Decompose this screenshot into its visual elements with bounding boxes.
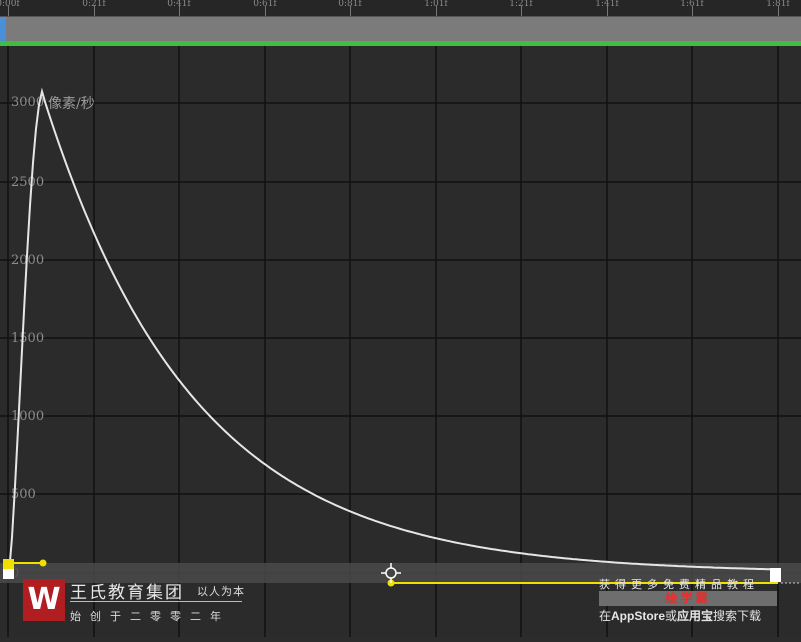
y-axis-label: 1000 (11, 409, 44, 424)
work-area-start-handle[interactable] (0, 17, 6, 41)
promo-or: 或 (665, 609, 678, 623)
time-ruler[interactable]: 0:00f0:21f0:41f0:61f0:81f1:01f1:21f1:41f… (0, 0, 801, 17)
start-influence-handle[interactable] (39, 559, 47, 567)
end-keyframe[interactable] (770, 568, 781, 582)
ruler-tick-mark (94, 6, 95, 16)
work-area-bar[interactable] (0, 17, 801, 42)
ruler-tick-mark (265, 6, 266, 16)
y-axis-label: 2500 (11, 175, 44, 190)
promo-text: 获得更多免费精品教程 (599, 579, 759, 591)
ruler-tick-mark (179, 6, 180, 16)
ruler-tick-mark (692, 6, 693, 16)
ruler-tick-mark (778, 6, 779, 16)
promo-download-text: 在AppStore或应用宝搜索下载 (599, 607, 761, 624)
speed-curve[interactable] (8, 87, 779, 581)
promo-app: 应用宝 (677, 609, 714, 623)
ruler-tick-mark (607, 6, 608, 16)
y-axis-label: 1500 (11, 331, 44, 346)
y-axis-labels: 300025002000150010005000 (11, 95, 44, 581)
ruler-tick-mark (350, 6, 351, 16)
speed-unit-label: 像素/秒 (48, 96, 95, 112)
graph-canvas[interactable]: 像素/秒 300025002000150010005000 (0, 46, 801, 637)
graph-editor[interactable]: 像素/秒 300025002000150010005000 (0, 46, 801, 637)
start-keyframe[interactable] (3, 559, 14, 570)
watermark-motto: 以人为本 (197, 586, 245, 598)
logo-letter: W (27, 582, 61, 617)
ruler-tick-mark (436, 6, 437, 16)
watermark-subtitle: 始创于二零零二年 (70, 611, 230, 623)
brand-logo-icon: W (23, 579, 65, 621)
promo-suffix: 搜索下载 (713, 609, 762, 623)
watermark-title: 王氏教育集团 (70, 583, 184, 602)
graph-grid (0, 46, 801, 637)
promo-brand: 绘学霸 (599, 591, 777, 606)
promo-prefix: 在 (599, 609, 612, 623)
promo-store: AppStore (611, 609, 666, 623)
watermark-divider (70, 601, 242, 602)
ruler-tick-mark (8, 6, 9, 16)
start-keyframe-handle[interactable] (3, 569, 14, 579)
ruler-tick-label: 0:00f (0, 0, 20, 9)
ruler-tick-mark (521, 6, 522, 16)
